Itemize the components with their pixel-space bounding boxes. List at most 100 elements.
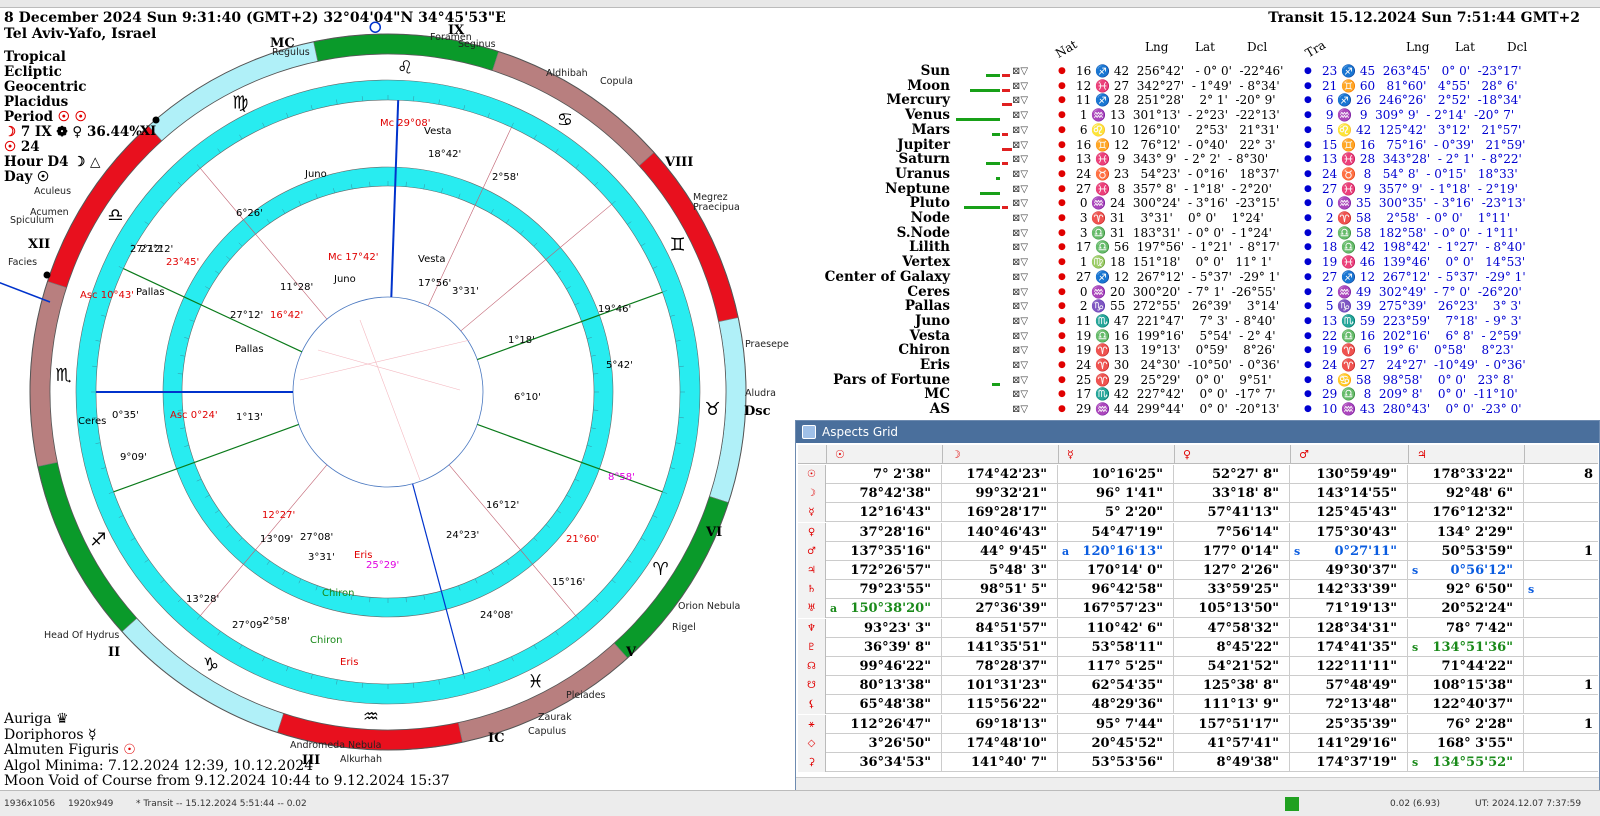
- aspects-cell[interactable]: [1524, 523, 1599, 542]
- aspects-row-header[interactable]: ☽: [798, 484, 826, 504]
- aspects-row-header[interactable]: ♄: [798, 580, 826, 600]
- aspects-cell[interactable]: [1524, 734, 1599, 753]
- aspects-cell[interactable]: 7° 2'38": [826, 465, 942, 484]
- aspects-cell[interactable]: 62°54'35": [1058, 676, 1174, 696]
- aspects-cell[interactable]: 122°40'37": [1408, 695, 1524, 715]
- aspects-cell[interactable]: 5° 2'20": [1058, 503, 1174, 523]
- aspects-cell[interactable]: 174°37'19": [1290, 753, 1408, 772]
- aspects-cell[interactable]: 125°38' 8": [1174, 676, 1290, 696]
- aspects-cell[interactable]: 47°58'32": [1174, 618, 1290, 638]
- aspects-cell[interactable]: 78°42'38": [826, 484, 942, 504]
- aspects-cell[interactable]: 141°29'16": [1290, 733, 1408, 753]
- aspects-cell[interactable]: [1524, 695, 1599, 714]
- aspects-cell[interactable]: 33°59'25": [1174, 580, 1290, 600]
- aspects-cell[interactable]: 33°18' 8": [1174, 484, 1290, 504]
- aspects-cell[interactable]: 99°32'21": [942, 484, 1058, 504]
- aspects-row-header[interactable]: ♀: [798, 522, 826, 542]
- aspects-cell[interactable]: 141°35'51": [942, 637, 1058, 657]
- aspects-cell[interactable]: a 150°38'20": [826, 599, 942, 619]
- aspects-row-header[interactable]: ♂: [798, 541, 826, 561]
- aspects-cell[interactable]: 177° 0'14": [1174, 541, 1290, 561]
- aspects-cell[interactable]: 169°28'17": [942, 503, 1058, 523]
- aspects-cell[interactable]: 7°56'14": [1174, 522, 1290, 542]
- aspects-cell[interactable]: 168° 3'55": [1408, 733, 1524, 753]
- aspects-cell[interactable]: 20°52'24": [1408, 599, 1524, 619]
- aspects-cell[interactable]: 54°21'52": [1174, 657, 1290, 676]
- aspects-col-header[interactable]: ♃: [1408, 445, 1524, 464]
- aspects-cell[interactable]: 176°12'32": [1408, 503, 1524, 523]
- aspects-cell[interactable]: 20°45'52": [1058, 733, 1174, 753]
- horizontal-scrollbar[interactable]: [796, 777, 1599, 791]
- aspects-col-header[interactable]: ♂: [1290, 445, 1408, 464]
- aspects-cell[interactable]: 79°23'55": [826, 580, 942, 600]
- aspects-cell[interactable]: 84°51'57": [942, 618, 1058, 638]
- aspects-cell[interactable]: 105°13'50": [1174, 599, 1290, 619]
- aspects-cell[interactable]: 12°16'43": [826, 503, 942, 523]
- aspects-col-header[interactable]: ☽: [942, 445, 1058, 464]
- aspects-cell[interactable]: 10°16'25": [1058, 465, 1174, 484]
- aspects-row-header[interactable]: ♅: [798, 599, 826, 619]
- aspects-cell[interactable]: 99°46'22": [826, 657, 942, 676]
- aspects-cell[interactable]: 175°30'43": [1290, 522, 1408, 542]
- aspects-cell[interactable]: 96° 1'41": [1058, 484, 1174, 504]
- aspects-cell[interactable]: [1524, 638, 1599, 657]
- aspects-cell[interactable]: 48°29'36": [1058, 695, 1174, 715]
- aspects-cell[interactable]: 44° 9'45": [942, 541, 1058, 561]
- aspects-col-header[interactable]: ☿: [1058, 445, 1174, 464]
- aspects-cell[interactable]: 134° 2'29": [1408, 522, 1524, 542]
- aspects-cell[interactable]: 69°18'13": [942, 714, 1058, 734]
- aspects-cell[interactable]: [1524, 753, 1599, 772]
- aspects-cell[interactable]: 1: [1524, 542, 1599, 561]
- aspects-cell[interactable]: 8°49'38": [1174, 753, 1290, 772]
- aspects-cell[interactable]: 25°35'39": [1290, 714, 1408, 734]
- aspects-cell[interactable]: 49°30'37": [1290, 561, 1408, 580]
- aspects-cell[interactable]: 115°56'22": [942, 695, 1058, 715]
- aspects-row-header[interactable]: ⚹: [798, 714, 826, 734]
- aspects-row-header[interactable]: ☋: [798, 676, 826, 696]
- aspects-cell[interactable]: 8°45'22": [1174, 637, 1290, 657]
- aspects-cell[interactable]: s 0°56'12": [1408, 561, 1524, 580]
- aspects-cell[interactable]: [1524, 657, 1599, 676]
- aspects-cell[interactable]: 37°28'16": [826, 522, 942, 542]
- aspects-cell[interactable]: [1524, 484, 1599, 503]
- aspects-cell[interactable]: 80°13'38": [826, 676, 942, 696]
- aspects-cell[interactable]: [1524, 561, 1599, 580]
- aspects-cell[interactable]: 57°48'49": [1290, 676, 1408, 696]
- aspects-row-header[interactable]: ☊: [798, 657, 826, 676]
- aspects-cell[interactable]: a 120°16'13": [1058, 541, 1174, 561]
- aspects-cell[interactable]: 36°39' 8": [826, 637, 942, 657]
- aspects-row-header[interactable]: ⚸: [798, 695, 826, 715]
- aspects-cell[interactable]: 127° 2'26": [1174, 561, 1290, 580]
- aspects-col-header[interactable]: ☉: [826, 445, 942, 464]
- aspects-cell[interactable]: 130°59'49": [1290, 465, 1408, 484]
- aspects-col-header[interactable]: ♀: [1174, 445, 1290, 464]
- aspects-cell[interactable]: 92°48' 6": [1408, 484, 1524, 504]
- aspects-cell[interactable]: 50°53'59": [1408, 541, 1524, 561]
- aspects-cell[interactable]: 172°26'57": [826, 561, 942, 580]
- aspects-cell[interactable]: 72°13'48": [1290, 695, 1408, 715]
- aspects-cell[interactable]: 140°46'43": [942, 522, 1058, 542]
- aspects-cell[interactable]: 125°45'43": [1290, 503, 1408, 523]
- aspects-cell[interactable]: 98°51' 5": [942, 580, 1058, 600]
- aspects-cell[interactable]: 27°36'39": [942, 599, 1058, 619]
- aspects-cell[interactable]: 93°23' 3": [826, 618, 942, 638]
- aspects-cell[interactable]: 178°33'22": [1408, 465, 1524, 484]
- aspects-cell[interactable]: 111°13' 9": [1174, 695, 1290, 715]
- aspects-cell[interactable]: 36°34'53": [826, 753, 942, 772]
- aspects-cell[interactable]: 157°51'17": [1174, 714, 1290, 734]
- aspects-cell[interactable]: 1: [1524, 676, 1599, 695]
- chart-wheel[interactable]: ♌♋♊♉♈♓♒♑♐♏♎♍MCIXVIIIDscVIVICIIIIIXIIXIRe…: [0, 20, 790, 790]
- aspects-cell[interactable]: 101°31'23": [942, 676, 1058, 696]
- aspects-cell[interactable]: 8: [1524, 465, 1599, 484]
- aspects-cell[interactable]: 143°14'55": [1290, 484, 1408, 504]
- aspects-row-header[interactable]: ◇: [798, 733, 826, 753]
- aspects-cell[interactable]: 174°42'23": [942, 465, 1058, 484]
- aspects-row-header[interactable]: ☉: [798, 465, 826, 484]
- aspects-grid-window[interactable]: Aspects Grid ☉ ☽ ☿ ♀ ♂ ♃ ☉ 7° 2'38" 174°42'23" 10…: [795, 420, 1600, 792]
- aspects-cell[interactable]: 57°41'13": [1174, 503, 1290, 523]
- aspects-cell[interactable]: 174°48'10": [942, 733, 1058, 753]
- aspects-cell[interactable]: 76° 2'28": [1408, 714, 1524, 734]
- aspects-cell[interactable]: 170°14' 0": [1058, 561, 1174, 580]
- aspects-cell[interactable]: 78° 7'42": [1408, 618, 1524, 638]
- aspects-cell[interactable]: 174°41'35": [1290, 637, 1408, 657]
